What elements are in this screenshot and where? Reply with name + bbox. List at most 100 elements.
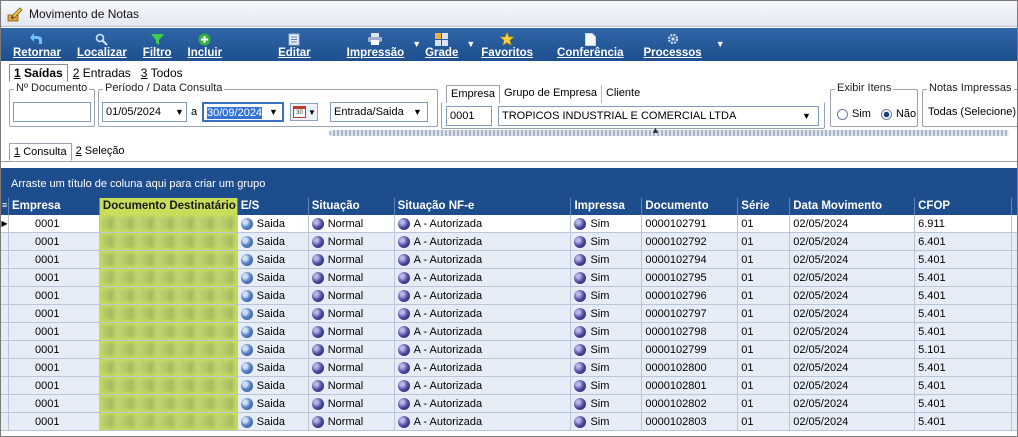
cell-documento-destinatario [99, 377, 238, 395]
empresa-dropdown-icon[interactable]: ▼ [802, 111, 811, 121]
table-row[interactable]: 0001 Saida Normal A - Autorizada Sim 00001028… [1, 395, 1017, 413]
table-row[interactable]: 0001 Saida Normal A - Autorizada Sim 00001027… [1, 341, 1017, 359]
col-situacao-nfe[interactable]: Situação NF-e [395, 198, 572, 215]
conferencia-button[interactable]: Conferência [549, 30, 631, 61]
tab-empresa[interactable]: Empresa [446, 85, 501, 103]
cell-cfop: 6.401 [915, 233, 1013, 251]
cell-overflow [1012, 377, 1017, 395]
status-globe-icon [240, 362, 253, 374]
col-serie[interactable]: Série [738, 198, 791, 215]
cell-serie: 01 [738, 341, 791, 359]
exibir-sim-radio[interactable] [837, 108, 848, 120]
cell-documento-destinatario [99, 305, 238, 323]
impressao-button[interactable]: Impressão [339, 30, 413, 61]
cell-empresa: 0001 [9, 215, 100, 233]
col-documento[interactable]: Documento [642, 198, 739, 215]
cell-documento-destinatario [99, 251, 238, 269]
table-row[interactable]: 0001 Saida Normal A - Autorizada Sim 00001028… [1, 413, 1017, 431]
cell-cfop: 5.401 [915, 269, 1013, 287]
tab-consulta[interactable]: 1 Consulta [9, 143, 72, 161]
group-by-panel[interactable]: Arraste um título de coluna aqui para cr… [1, 168, 1017, 198]
cell-documento-destinatario [99, 323, 238, 341]
col-situacao[interactable]: Situação [309, 198, 395, 215]
cell-documento: 0000102797 [642, 305, 739, 323]
row-indicator [1, 359, 9, 377]
filter-icon [150, 32, 164, 46]
tab-grupo-empresa[interactable]: Grupo de Empresa [500, 85, 602, 103]
col-documento-destinatario[interactable]: Documento Destinatário [99, 198, 238, 215]
cell-situacao: Normal [308, 269, 395, 287]
impressao-dropdown-arrow[interactable]: ▼ [412, 39, 421, 49]
retornar-button[interactable]: Retornar [5, 30, 69, 61]
processos-dropdown-arrow[interactable]: ▼ [716, 39, 725, 49]
cell-empresa: 0001 [9, 323, 100, 341]
col-data-movimento[interactable]: Data Movimento [790, 198, 916, 215]
cell-cfop: 5.401 [915, 377, 1013, 395]
table-row[interactable]: 0001 Saida Normal A - Autorizada Sim 00001028… [1, 359, 1017, 377]
tab-entradas[interactable]: 2 Entradas [68, 64, 136, 82]
table-row[interactable]: 0001 Saida Normal A - Autorizada Sim 00001027… [1, 323, 1017, 341]
empresa-name-select[interactable]: TROPICOS INDUSTRIAL E COMERCIAL LTDA [498, 106, 819, 126]
table-row[interactable]: ▶ 0001 Saida Normal A - Autorizada Sim 0000102… [1, 215, 1017, 233]
empresa-code-input[interactable]: 0001 [446, 106, 492, 126]
collapse-chevron-icon[interactable]: ▲ [651, 125, 660, 135]
cell-impressa: Sim [571, 377, 643, 395]
status-globe-icon [240, 416, 253, 428]
tab-saidas[interactable]: 1 Saídas [9, 64, 68, 82]
status-globe-icon [574, 344, 587, 356]
incluir-button[interactable]: Incluir [180, 30, 231, 61]
tab-cliente[interactable]: Cliente [602, 85, 644, 103]
tab-todos[interactable]: 3 Todos [136, 64, 188, 82]
table-row[interactable]: 0001 Saida Normal A - Autorizada Sim 00001027… [1, 269, 1017, 287]
row-indicator: ▶ [1, 215, 9, 233]
cell-serie: 01 [738, 215, 791, 233]
cell-documento-destinatario [99, 287, 238, 305]
exibir-nao-radio[interactable] [880, 108, 892, 120]
status-globe-icon [311, 416, 324, 428]
cell-situacao: Normal [308, 323, 395, 341]
cell-cfop: 5.401 [915, 251, 1013, 269]
date-to-dropdown-icon[interactable]: ▼ [269, 107, 278, 117]
tab-selecao[interactable]: 2 Seleção [72, 143, 129, 161]
grade-dropdown-arrow[interactable]: ▼ [466, 39, 475, 49]
filtro-button[interactable]: Filtro [135, 30, 180, 61]
calendar-button[interactable]: 30 ▼ [290, 103, 318, 121]
cell-empresa: 0001 [9, 269, 100, 287]
cell-impressa: Sim [571, 413, 643, 431]
doc-number-input[interactable] [13, 102, 91, 122]
row-indicator [1, 233, 9, 251]
table-row[interactable]: 0001 Saida Normal A - Autorizada Sim 00001027… [1, 287, 1017, 305]
movement-type-dropdown-icon[interactable]: ▼ [413, 107, 422, 117]
status-globe-icon [311, 326, 324, 338]
cell-data-movimento: 02/05/2024 [790, 323, 916, 341]
editar-button[interactable]: Editar [270, 30, 319, 61]
table-row[interactable]: 0001 Saida Normal A - Autorizada Sim 00001027… [1, 251, 1017, 269]
table-row[interactable]: 0001 Saida Normal A - Autorizada Sim 00001028… [1, 377, 1017, 395]
status-globe-icon [574, 272, 587, 284]
empresa-group: 0001 TROPICOS INDUSTRIAL E COMERCIAL LTD… [441, 102, 825, 129]
cell-es: Saida [237, 233, 309, 251]
cell-documento-destinatario [99, 269, 238, 287]
favoritos-button[interactable]: Favoritos [479, 30, 541, 61]
cell-data-movimento: 02/05/2024 [790, 305, 916, 323]
mode-tabs: 1 Saídas 2 Entradas 3 Todos [9, 64, 188, 82]
col-es[interactable]: E/S [238, 198, 309, 215]
cell-documento-destinatario [99, 341, 238, 359]
filter-panel-splitter[interactable]: ▲ [329, 125, 1009, 136]
processos-button[interactable]: Processos [636, 30, 710, 61]
cell-overflow [1012, 233, 1017, 251]
cell-situacao-nfe: A - Autorizada [394, 251, 572, 269]
table-row[interactable]: 0001 Saida Normal A - Autorizada Sim 00001027… [1, 233, 1017, 251]
col-impressa[interactable]: Impressa [571, 198, 643, 215]
grade-button[interactable]: Grade [425, 30, 466, 61]
table-row[interactable]: 0001 Saida Normal A - Autorizada Sim 00001027… [1, 305, 1017, 323]
cell-impressa: Sim [571, 359, 643, 377]
period-group: Período / Data Consulta 01/05/2024 ▼ a 3… [98, 82, 438, 127]
cell-es: Saida [237, 341, 309, 359]
notas-impressas-select[interactable]: Todas (Selecione) [926, 103, 1017, 123]
col-empresa[interactable]: Empresa [9, 198, 100, 215]
col-cfop[interactable]: CFOP [915, 198, 1013, 215]
date-from-dropdown-icon[interactable]: ▼ [175, 107, 184, 117]
cell-es: Saida [237, 395, 309, 413]
localizar-button[interactable]: Localizar [69, 30, 135, 61]
